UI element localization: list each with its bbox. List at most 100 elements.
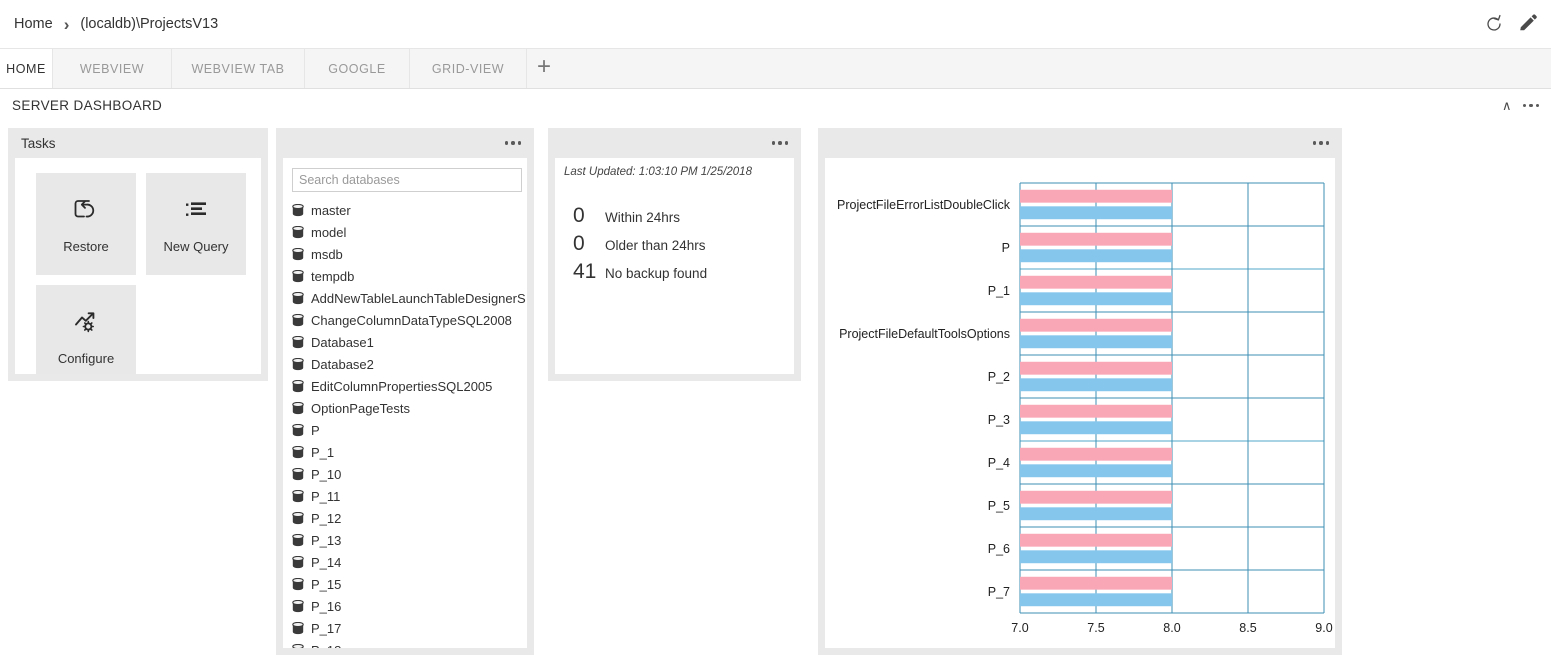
database-name: P_12 <box>311 510 342 526</box>
breadcrumb-actions <box>1483 13 1551 35</box>
chevron-up-icon[interactable]: ∧ <box>1502 99 1512 112</box>
database-icon <box>292 555 304 568</box>
restore-button[interactable]: Restore <box>36 173 136 275</box>
page-title: SERVER DASHBOARD <box>12 98 163 113</box>
tab-webview-tab[interactable]: WEBVIEW TAB <box>172 49 305 88</box>
database-icon <box>292 423 304 436</box>
new-query-label: New Query <box>163 238 229 254</box>
chart-category-label: ProjectFileDefaultToolsOptions <box>839 327 1010 341</box>
chart-x-tick-label: 9.0 <box>1315 621 1332 635</box>
backup-panel-header <box>548 128 801 158</box>
chart-category-label: P_7 <box>988 585 1010 599</box>
database-list-item[interactable]: tempdb <box>292 265 525 287</box>
chart-bar <box>1020 404 1172 418</box>
dashboard-header: SERVER DASHBOARD ∧ <box>0 89 1551 122</box>
database-list[interactable]: master model msdb tempdb AddNewTableLaunchTa… <box>292 199 526 648</box>
database-name: P_15 <box>311 576 342 592</box>
chart-bar <box>1020 232 1172 246</box>
database-list-item[interactable]: ChangeColumnDataTypeSQL2008 <box>292 309 525 331</box>
restore-icon <box>69 195 103 225</box>
database-list-item[interactable]: P_16 <box>292 595 525 617</box>
database-list-item[interactable]: P_1 <box>292 441 525 463</box>
tab-home[interactable]: HOME <box>0 49 53 88</box>
database-list-item[interactable]: P_18 <box>292 639 525 648</box>
breadcrumb-separator-icon: › <box>63 14 70 34</box>
database-name: P_17 <box>311 620 342 636</box>
chart-bar <box>1020 361 1172 375</box>
database-list-item[interactable]: model <box>292 221 525 243</box>
tab-grid-view[interactable]: GRID-VIEW <box>410 49 527 88</box>
databases-panel-body: master model msdb tempdb AddNewTableLaunchTa… <box>283 158 527 648</box>
database-name: master <box>311 202 351 218</box>
database-icon <box>292 335 304 348</box>
new-query-button[interactable]: New Query <box>146 173 246 275</box>
search-input[interactable] <box>292 168 522 192</box>
chart-category-label: P_2 <box>988 370 1010 384</box>
database-icon <box>292 467 304 480</box>
configure-button[interactable]: Configure <box>36 285 136 374</box>
database-list-item[interactable]: P_17 <box>292 617 525 639</box>
chart-panel-header <box>818 128 1342 158</box>
chart-bar <box>1020 275 1172 289</box>
bar-chart[interactable]: ProjectFileErrorListDoubleClick P P_1 Proje… <box>825 158 1335 648</box>
database-icon <box>292 401 304 414</box>
dashboard-more-icon[interactable] <box>1522 103 1539 108</box>
database-icon <box>292 291 304 304</box>
database-list-item[interactable]: msdb <box>292 243 525 265</box>
database-icon <box>292 269 304 282</box>
backup-more-icon[interactable] <box>771 141 788 145</box>
backup-stat-count: 0 <box>573 204 585 227</box>
backup-stat-label: Older than 24hrs <box>605 238 706 253</box>
database-icon <box>292 599 304 612</box>
backup-stats-list: 0 Within 24hrs 0 Older than 24hrs 41 No backu… <box>573 204 707 284</box>
breadcrumb-bar: Home › (localdb)\ProjectsV13 <box>0 0 1551 49</box>
database-list-item[interactable]: Database1 <box>292 331 525 353</box>
chart-bar <box>1020 206 1172 220</box>
add-tab-button[interactable]: + <box>527 49 561 88</box>
database-icon <box>292 511 304 524</box>
database-list-item[interactable]: OptionPageTests <box>292 397 525 419</box>
database-list-item[interactable]: P_10 <box>292 463 525 485</box>
breadcrumb-home-link[interactable]: Home <box>12 16 55 32</box>
tab-webview[interactable]: WEBVIEW <box>53 49 172 88</box>
configure-icon <box>69 307 103 337</box>
chart-bar <box>1020 464 1172 478</box>
database-list-item[interactable]: Database2 <box>292 353 525 375</box>
pencil-icon[interactable] <box>1517 13 1539 35</box>
tab-google[interactable]: GOOGLE <box>305 49 410 88</box>
database-list-item[interactable]: P_14 <box>292 551 525 573</box>
databases-panel-header <box>276 128 534 158</box>
tasks-panel-header: Tasks <box>8 128 268 158</box>
database-list-item[interactable]: P_11 <box>292 485 525 507</box>
database-list-item[interactable]: P_13 <box>292 529 525 551</box>
chart-more-icon[interactable] <box>1312 141 1329 145</box>
breadcrumb-current-server[interactable]: (localdb)\ProjectsV13 <box>78 16 220 32</box>
database-icon <box>292 621 304 634</box>
database-list-item[interactable]: master <box>292 199 525 221</box>
backup-stat-row: 0 Within 24hrs <box>573 204 707 228</box>
database-name: OptionPageTests <box>311 400 411 416</box>
database-list-item[interactable]: P_12 <box>292 507 525 529</box>
database-list-item[interactable]: EditColumnPropertiesSQL2005 <box>292 375 525 397</box>
database-icon <box>292 203 304 216</box>
database-name: P <box>311 422 320 438</box>
tasks-panel-title: Tasks <box>21 135 56 151</box>
database-list-item[interactable]: AddNewTableLaunchTableDesignerS <box>292 287 526 309</box>
database-name: AddNewTableLaunchTableDesignerS <box>311 290 526 306</box>
chart-bar <box>1020 189 1172 203</box>
backup-stat-label: No backup found <box>605 266 708 281</box>
chart-bar <box>1020 249 1172 263</box>
database-name: P_1 <box>311 444 335 460</box>
refresh-icon[interactable] <box>1483 13 1505 35</box>
database-list-item[interactable]: P <box>292 419 525 441</box>
database-name: P_16 <box>311 598 342 614</box>
databases-more-icon[interactable] <box>504 141 521 145</box>
chart-bar <box>1020 335 1172 349</box>
database-list-item[interactable]: P_15 <box>292 573 525 595</box>
backup-stat-row: 0 Older than 24hrs <box>573 232 707 256</box>
chart-x-tick-label: 7.5 <box>1087 621 1104 635</box>
chart-x-tick-label: 7.0 <box>1011 621 1028 635</box>
databases-panel: master model msdb tempdb AddNewTableLaunchTa… <box>276 128 534 655</box>
restore-label: Restore <box>63 238 109 254</box>
backup-stat-count: 0 <box>573 232 585 255</box>
